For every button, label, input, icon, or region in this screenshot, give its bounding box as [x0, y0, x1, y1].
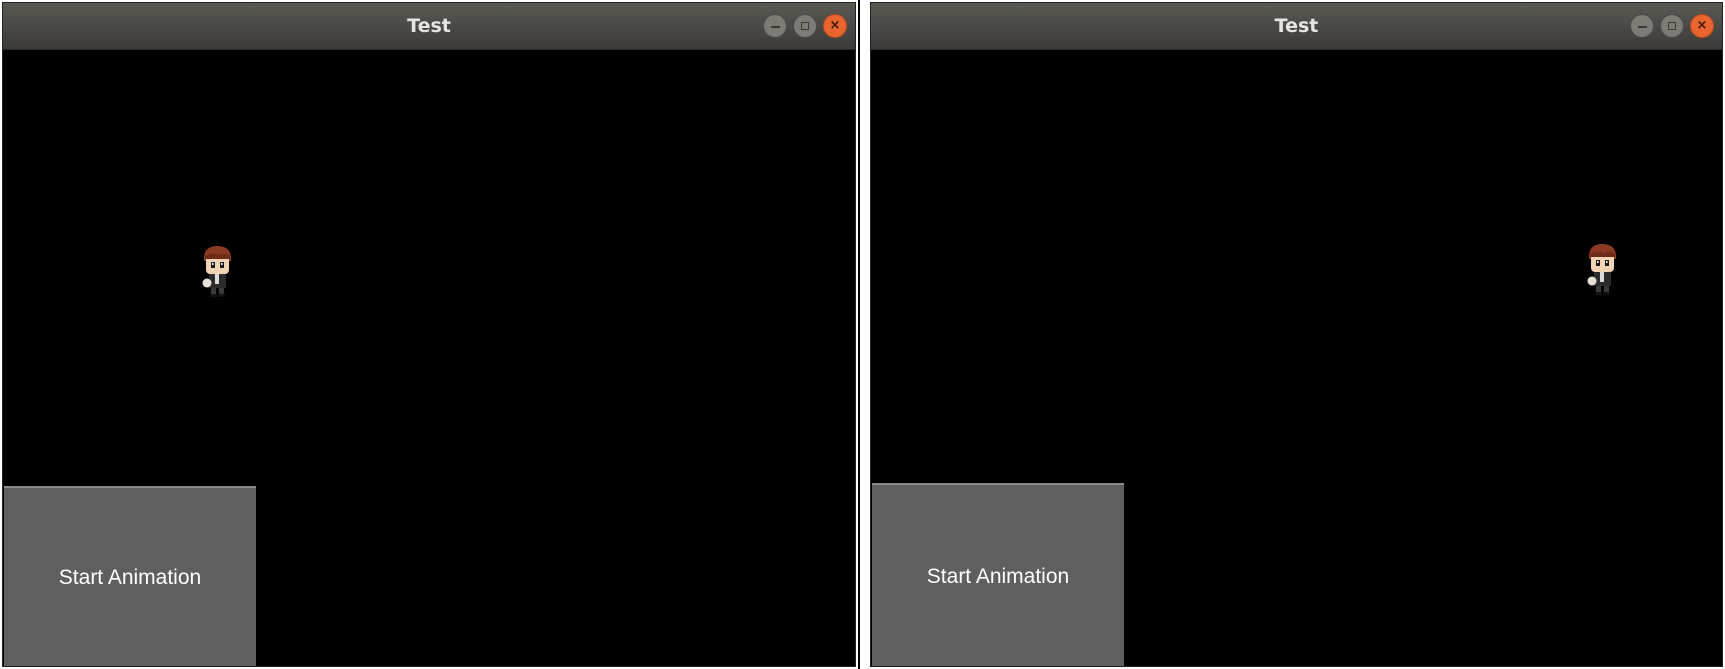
maximize-icon[interactable]: [1660, 14, 1684, 38]
maximize-icon[interactable]: [793, 14, 817, 38]
start-animation-button[interactable]: Start Animation: [872, 483, 1124, 666]
app-window-before: Test × Start Animation: [2, 2, 856, 667]
boy-character-sprite-icon: [1587, 244, 1616, 295]
window-titlebar[interactable]: Test ×: [871, 3, 1722, 50]
window-titlebar[interactable]: Test ×: [3, 3, 855, 50]
minimize-icon[interactable]: [1630, 14, 1654, 38]
window-controls: ×: [763, 14, 847, 38]
start-animation-button[interactable]: Start Animation: [4, 486, 256, 666]
close-icon[interactable]: ×: [1690, 14, 1714, 38]
window-controls: ×: [1630, 14, 1714, 38]
animation-canvas: Start Animation: [3, 50, 855, 666]
app-window-after: Test × Start Animation: [870, 2, 1723, 667]
window-title: Test: [407, 15, 451, 37]
animation-canvas: Start Animation: [871, 50, 1722, 666]
close-icon[interactable]: ×: [823, 14, 847, 38]
minimize-icon[interactable]: [763, 14, 787, 38]
boy-character-sprite-icon: [202, 246, 231, 297]
window-title: Test: [1274, 15, 1319, 37]
image-divider: [858, 0, 860, 669]
